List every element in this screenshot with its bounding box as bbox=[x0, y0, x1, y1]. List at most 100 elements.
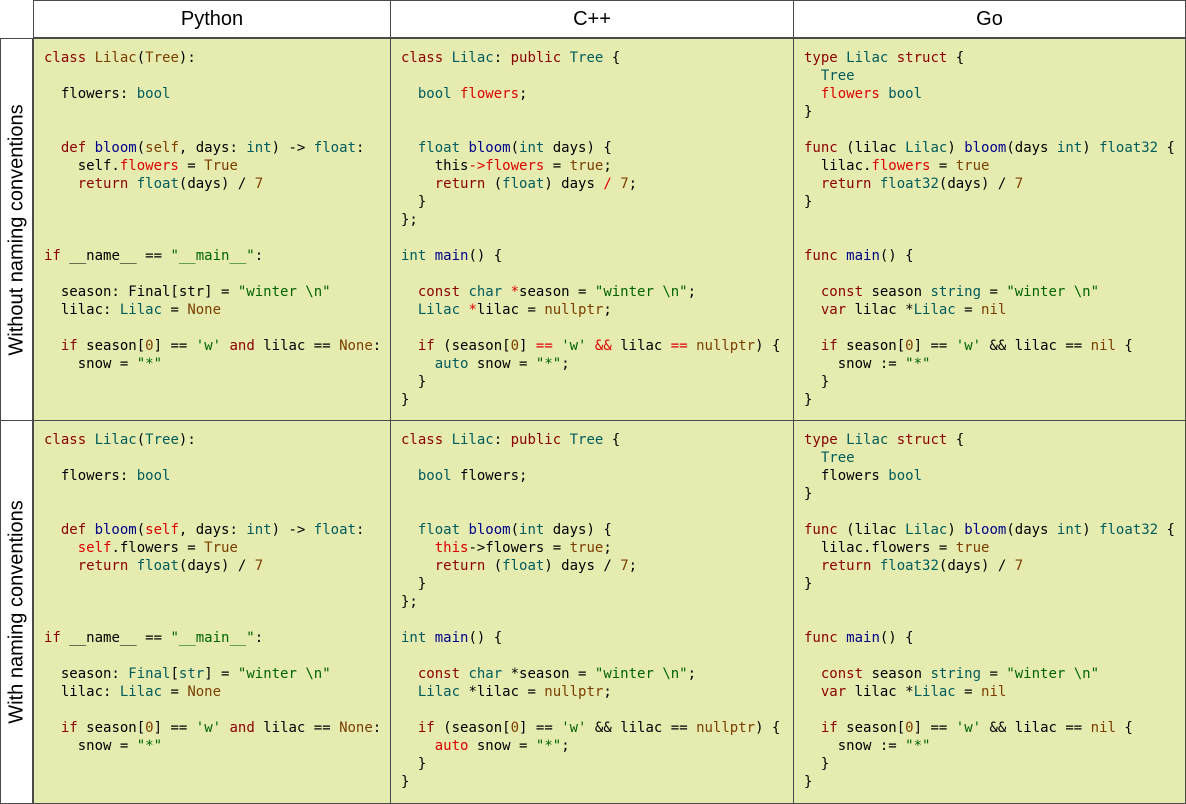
code-token: main bbox=[846, 630, 880, 646]
code-token: return bbox=[434, 176, 494, 192]
code-token: nullptr bbox=[696, 338, 756, 354]
code-token: self bbox=[77, 540, 112, 556]
code-token: (lilac bbox=[846, 522, 906, 538]
code-token: flowers bbox=[871, 158, 931, 174]
code-token: (days bbox=[1006, 522, 1057, 538]
code-token: "*" bbox=[535, 356, 562, 372]
code-token: Lilac bbox=[913, 684, 956, 700]
code-token: } bbox=[804, 374, 830, 390]
code-token: lilac * bbox=[854, 302, 914, 318]
code-token: ; bbox=[687, 666, 697, 682]
code-block: type Lilac struct { Tree flowers bool } … bbox=[804, 49, 1175, 409]
code-token: None bbox=[187, 684, 222, 700]
code-token: Lilac bbox=[94, 432, 137, 448]
code-line: int main() { bbox=[401, 630, 502, 646]
code-token: int bbox=[246, 522, 272, 538]
code-token: ->flowers = bbox=[468, 540, 570, 556]
code-line: this->flowers = true; bbox=[401, 158, 612, 174]
code-token: def bbox=[60, 522, 95, 538]
code-line: var lilac *Lilac = nil bbox=[804, 302, 1006, 318]
code-token: 7 bbox=[1014, 176, 1024, 192]
code-token: auto bbox=[434, 738, 477, 754]
code-token: ( bbox=[510, 140, 520, 156]
code-token: 0 bbox=[510, 720, 520, 736]
code-token: } bbox=[804, 392, 813, 408]
code-token: season[ bbox=[846, 338, 906, 354]
code-token: and bbox=[229, 720, 264, 736]
code-token: if bbox=[44, 248, 70, 264]
code-line: func main() { bbox=[804, 630, 914, 646]
code-line: } bbox=[401, 392, 409, 408]
code-line: bool flowers; bbox=[401, 86, 528, 102]
code-token: } bbox=[401, 756, 427, 772]
code-token: true bbox=[955, 158, 990, 174]
code-token: lilac * bbox=[854, 684, 914, 700]
code-token: nullptr bbox=[544, 302, 604, 318]
code-token: } bbox=[401, 774, 410, 790]
code-token: ( bbox=[510, 522, 520, 538]
code-token: ): bbox=[178, 50, 196, 66]
code-token: () { bbox=[879, 630, 914, 646]
code-token: "__main__" bbox=[170, 248, 255, 264]
code-token: , days: bbox=[178, 522, 247, 538]
code-token: { bbox=[1115, 338, 1133, 354]
code-token: int bbox=[1056, 140, 1083, 156]
code-token: 'w' bbox=[561, 338, 587, 354]
code-token: bool bbox=[136, 468, 171, 484]
code-token: 'w' bbox=[195, 338, 222, 354]
code-token: "winter \n" bbox=[1006, 666, 1100, 682]
code-token: int bbox=[401, 630, 435, 646]
code-token: flowers bbox=[804, 468, 889, 484]
code-token: season[ bbox=[86, 338, 146, 354]
code-token: season: Final[str] = bbox=[44, 284, 238, 300]
code-line: } bbox=[804, 374, 829, 390]
code-token: None bbox=[339, 338, 373, 354]
code-token: bloom bbox=[94, 522, 137, 538]
code-line: return float32(days) / 7 bbox=[804, 176, 1023, 192]
code-line: if (season[0] == 'w' && lilac == nullptr… bbox=[401, 720, 781, 736]
code-token: } bbox=[804, 486, 813, 502]
code-token: : bbox=[372, 338, 382, 354]
code-token: Tree bbox=[569, 50, 604, 66]
code-token: : bbox=[493, 432, 511, 448]
code-line: def bloom(self, days: int) -> float: bbox=[44, 522, 365, 538]
code-token: } bbox=[401, 576, 427, 592]
code-token: : bbox=[254, 248, 264, 264]
code-token: "*" bbox=[136, 738, 163, 754]
code-token: None bbox=[187, 302, 222, 318]
code-token: ] == bbox=[153, 338, 196, 354]
code-token: season: bbox=[44, 666, 129, 682]
code-line: if __name__ == "__main__": bbox=[44, 630, 263, 646]
code-token: == bbox=[535, 338, 553, 354]
code-token: 0 bbox=[905, 720, 914, 736]
code-line: Tree bbox=[804, 68, 855, 84]
code-block: type Lilac struct { Tree flowers bool } … bbox=[804, 431, 1175, 791]
code-token: lilac: bbox=[44, 684, 120, 700]
code-token: true bbox=[569, 540, 604, 556]
code-token: Lilac bbox=[417, 302, 469, 318]
code-token: snow := bbox=[804, 738, 906, 754]
code-token: bool bbox=[417, 468, 461, 484]
code-token: Lilac bbox=[451, 50, 494, 66]
code-line: self.flowers = True bbox=[44, 540, 238, 556]
code-token: (days) / bbox=[178, 176, 255, 192]
code-token: ( bbox=[493, 558, 503, 574]
code-token: { bbox=[603, 432, 621, 448]
code-token: string bbox=[930, 666, 982, 682]
code-token: = bbox=[162, 684, 188, 700]
code-line: func (lilac Lilac) bloom(days int) float… bbox=[804, 140, 1175, 156]
code-token: : bbox=[254, 630, 264, 646]
code-token: } bbox=[804, 756, 830, 772]
code-token: if bbox=[44, 630, 70, 646]
code-token: flowers: bbox=[44, 86, 137, 102]
code-line: var lilac *Lilac = nil bbox=[804, 684, 1006, 700]
code-token: } bbox=[804, 194, 813, 210]
